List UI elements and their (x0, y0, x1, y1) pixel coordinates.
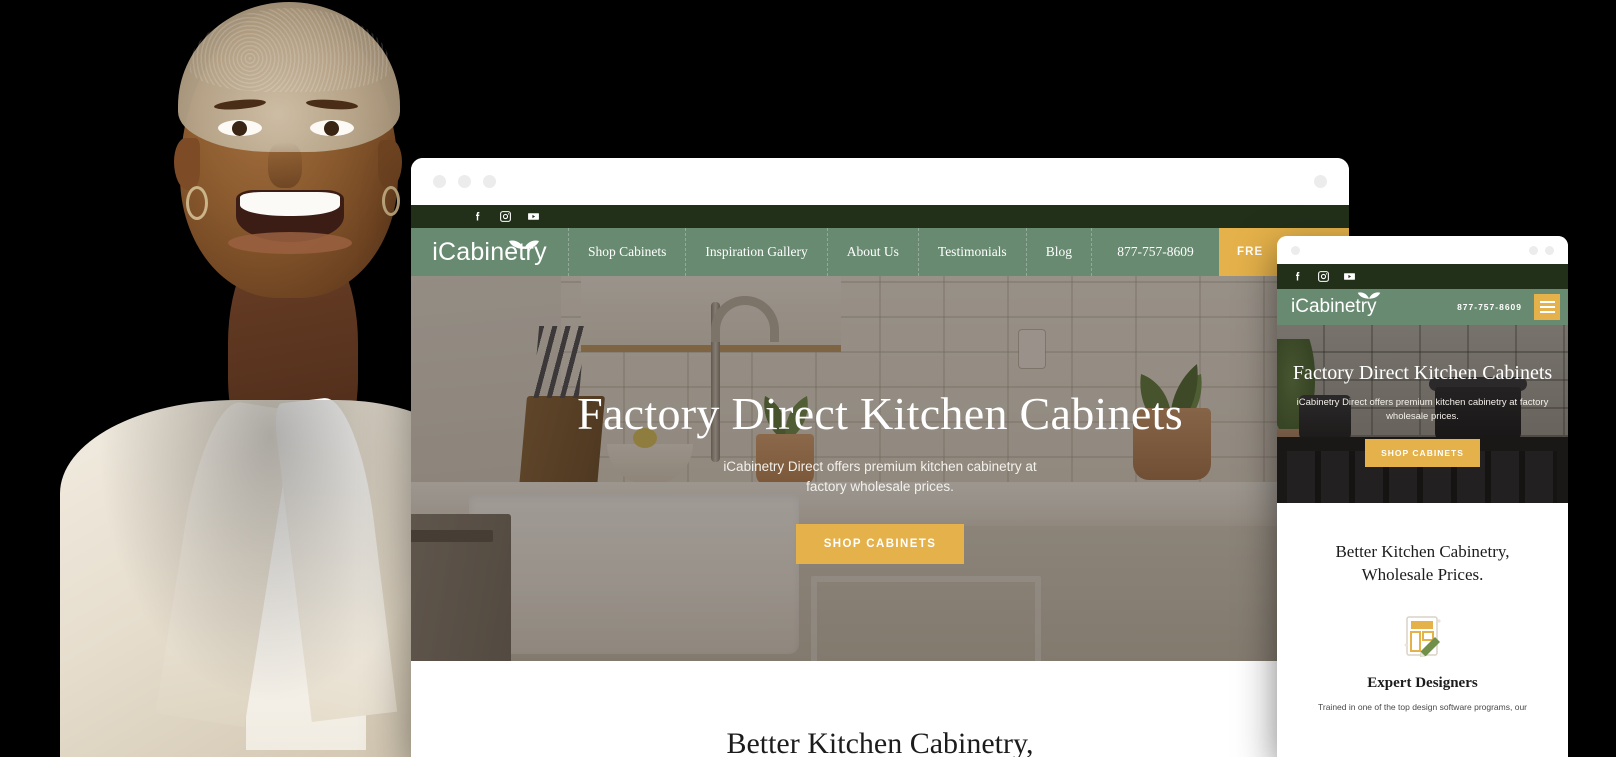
mobile-features-section: Better Kitchen Cabinetry, Wholesale Pric… (1277, 503, 1568, 714)
mobile-chrome-right-dots[interactable] (1529, 245, 1554, 255)
desktop-below-fold-section: Better Kitchen Cabinetry, (411, 661, 1349, 757)
hamburger-line (1539, 306, 1555, 308)
leaf-logo-icon (1357, 292, 1380, 299)
mobile-browser-chrome (1277, 236, 1568, 264)
maximize-dot-icon[interactable] (483, 175, 496, 188)
portrait-eye-right (310, 120, 354, 136)
hamburger-line (1539, 311, 1555, 313)
portrait-nose (268, 142, 302, 188)
mobile-hero-heading: Factory Direct Kitchen Cabinets (1292, 361, 1553, 384)
hamburger-menu-icon[interactable] (1534, 294, 1560, 320)
mobile-social-bar (1277, 264, 1568, 289)
portrait-teeth (240, 192, 340, 216)
desktop-browser-mockup: iCabinetry Shop Cabinets Inspiration Gal… (411, 158, 1349, 757)
mobile-browser-mockup: iCabinetry 877-757-8609 Factory Direct K… (1277, 236, 1568, 757)
window-controls[interactable] (433, 175, 496, 188)
nav-item-testimonials[interactable]: Testimonials (917, 228, 1026, 276)
nav-item-blog[interactable]: Blog (1025, 228, 1091, 276)
mobile-site-logo[interactable]: iCabinetry (1291, 292, 1380, 318)
woman-portrait-illustration (0, 0, 425, 757)
desktop-social-bar (411, 205, 1349, 228)
below-fold-heading: Better Kitchen Cabinetry, (726, 727, 1034, 757)
browser-chrome (411, 158, 1349, 205)
leaf-logo-icon (509, 240, 539, 249)
hero-shop-cabinets-button[interactable]: SHOP CABINETS (795, 524, 965, 565)
nav-item-shop-cabinets[interactable]: Shop Cabinets (568, 228, 685, 276)
instagram-icon[interactable] (499, 210, 512, 223)
mobile-shop-cabinets-button[interactable]: SHOP CABINETS (1365, 439, 1480, 468)
mobile-chrome-dot-icon[interactable] (1545, 245, 1554, 255)
portrait-lower-lip (228, 232, 352, 254)
portrait-ear-right (378, 140, 402, 188)
chrome-right-dot-icon[interactable] (1314, 175, 1327, 188)
mobile-feature-text: Trained in one of the top design softwar… (1318, 701, 1527, 712)
portrait-earring-right (382, 186, 400, 216)
nav-item-about-us[interactable]: About Us (826, 228, 918, 276)
portrait-shading (60, 400, 425, 757)
mobile-hero-content: Factory Direct Kitchen Cabinets iCabinet… (1277, 325, 1568, 503)
screenshot-stage: iCabinetry Shop Cabinets Inspiration Gal… (0, 0, 1616, 757)
mobile-feature-title: Expert Designers (1367, 674, 1478, 691)
mobile-chrome-dot-icon[interactable] (1529, 245, 1538, 255)
minimize-dot-icon[interactable] (458, 175, 471, 188)
mobile-navigation-bar: iCabinetry 877-757-8609 (1277, 289, 1568, 325)
mobile-hero-section: Factory Direct Kitchen Cabinets iCabinet… (1277, 325, 1568, 503)
mobile-section-heading: Better Kitchen Cabinetry, Wholesale Pric… (1335, 542, 1510, 584)
hero-content: Factory Direct Kitchen Cabinets iCabinet… (411, 276, 1349, 661)
portrait-ear-left (174, 138, 200, 190)
design-blueprint-icon (1397, 611, 1449, 663)
nav-item-inspiration-gallery[interactable]: Inspiration Gallery (685, 228, 826, 276)
youtube-icon[interactable] (1343, 270, 1356, 283)
mobile-phone-number[interactable]: 877-757-8609 (1457, 302, 1522, 312)
portrait-earring-left (186, 186, 208, 220)
desktop-navigation-bar: iCabinetry Shop Cabinets Inspiration Gal… (411, 228, 1349, 276)
mobile-chrome-left-dot-icon[interactable] (1291, 245, 1300, 255)
facebook-icon[interactable] (1291, 270, 1304, 283)
close-dot-icon[interactable] (433, 175, 446, 188)
instagram-icon[interactable] (1317, 270, 1330, 283)
site-logo[interactable]: iCabinetry (411, 228, 568, 276)
youtube-icon[interactable] (527, 210, 540, 223)
portrait-eye-left (218, 120, 262, 136)
portrait-hair (178, 2, 400, 152)
hero-heading: Factory Direct Kitchen Cabinets (577, 387, 1183, 439)
facebook-icon[interactable] (471, 210, 484, 223)
desktop-hero-section: Factory Direct Kitchen Cabinets iCabinet… (411, 276, 1349, 661)
portrait-photo (0, 0, 425, 757)
nav-phone-number[interactable]: 877-757-8609 (1090, 228, 1219, 276)
mobile-hero-subheading: iCabinetry Direct offers premium kitchen… (1296, 396, 1549, 422)
hero-subheading: iCabinetry Direct offers premium kitchen… (723, 459, 1037, 494)
hamburger-line (1539, 301, 1555, 303)
